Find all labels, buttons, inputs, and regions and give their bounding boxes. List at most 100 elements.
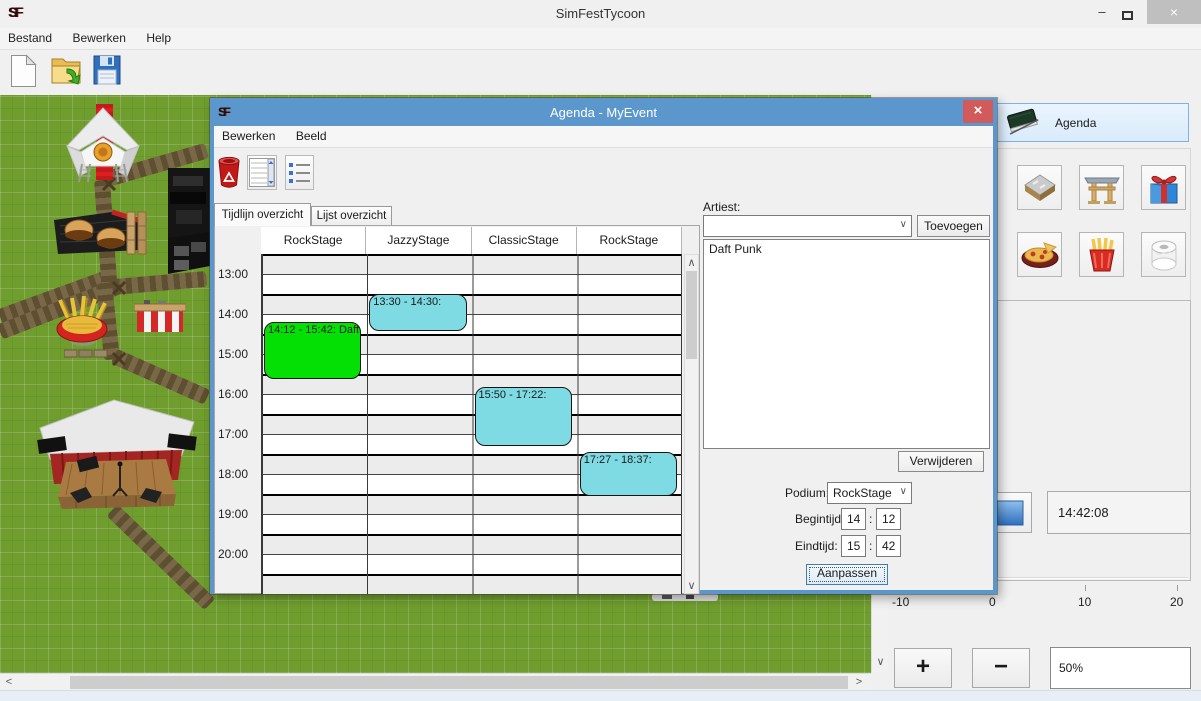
torii-gate-icon[interactable] [1079, 165, 1124, 210]
dialog-close-button[interactable]: × [963, 100, 993, 123]
minimize-button[interactable]: – [1090, 4, 1114, 19]
schedule-scrollbar[interactable]: ∧ ∨ [684, 254, 699, 594]
map-horizontal-scrollbar[interactable]: < > [0, 673, 871, 690]
tab-tijdlijn-overzicht[interactable]: Tijdlijn overzicht [214, 203, 311, 226]
column-header[interactable]: RockStage [261, 227, 366, 254]
trash-icon[interactable] [217, 156, 241, 194]
schedule-grid: RockStage JazzyStage ClassicStage RockSt… [214, 225, 700, 594]
scroll-down-icon[interactable]: ∨ [872, 655, 889, 668]
time-label: 20:00 [218, 547, 260, 561]
schedule-event[interactable]: 15:50 - 17:22: [475, 387, 572, 445]
main-toolbar [0, 50, 1201, 95]
maximize-icon [1122, 11, 1133, 20]
add-artist-button[interactable]: Toevoegen [917, 215, 990, 237]
column-header[interactable]: RockStage [577, 227, 682, 254]
slider-label: -10 [892, 595, 909, 609]
fries-icon[interactable] [1079, 232, 1124, 277]
tab-lijst-overzicht[interactable]: Lijst overzicht [311, 206, 392, 226]
column-header[interactable]: JazzyStage [366, 227, 471, 254]
agenda-dialog: SF Agenda - MyEvent × Bewerken Beeld Tij… [210, 98, 997, 594]
begin-time-label: Begintijd: [795, 512, 844, 526]
end-time-label: Eindtijd: [795, 539, 838, 553]
close-button[interactable]: × [1147, 0, 1201, 24]
dialog-menu-bewerken[interactable]: Bewerken [214, 126, 283, 146]
time-label: 13:00 [218, 267, 260, 281]
begin-minute-input[interactable]: 12 [876, 508, 901, 530]
agenda-button[interactable]: Agenda [994, 103, 1189, 142]
menu-bestand[interactable]: Bestand [0, 28, 60, 48]
maximize-button[interactable] [1122, 8, 1133, 23]
scroll-thumb[interactable] [70, 676, 848, 689]
info-groupbox [997, 300, 1191, 581]
podium-combobox[interactable]: RockStage ∨ [827, 482, 912, 504]
dialog-menubar: Bewerken Beeld [214, 126, 993, 148]
black-stage[interactable] [168, 168, 210, 293]
time-separator: : [869, 539, 872, 553]
scroll-down-icon[interactable]: ∨ [685, 579, 698, 592]
schedule-event[interactable]: 17:27 - 18:37: [580, 452, 677, 496]
schedule-header: RockStage JazzyStage ClassicStage RockSt… [261, 227, 682, 254]
dialog-menu-beeld[interactable]: Beeld [288, 126, 335, 146]
agenda-book-icon [1005, 106, 1041, 139]
pizza-icon[interactable] [1017, 232, 1062, 277]
time-label: 14:00 [218, 307, 260, 321]
clock-display: 14:42:08 [1047, 491, 1191, 534]
dirt-path [106, 504, 215, 610]
tent[interactable] [57, 106, 149, 195]
timeline-view-icon[interactable] [247, 155, 277, 190]
tent-sliver-detail [686, 595, 694, 599]
menu-bewerken[interactable]: Bewerken [65, 28, 134, 48]
end-hour-input[interactable]: 15 [841, 535, 866, 557]
time-label: 19:00 [218, 507, 260, 521]
podium-combobox-value: RockStage [833, 486, 892, 500]
striped-booth[interactable] [134, 300, 186, 341]
window-title: SimFestTycoon [0, 6, 1201, 21]
end-minute-input[interactable]: 42 [876, 535, 901, 557]
slider-tick [1177, 585, 1178, 591]
planks [64, 345, 108, 354]
zoom-in-button[interactable]: + [894, 648, 952, 688]
tent-sliver [652, 593, 718, 601]
scroll-up-icon[interactable]: ∧ [685, 256, 698, 269]
zoom-value-box[interactable]: 50% [1050, 647, 1191, 689]
scroll-thumb[interactable] [686, 271, 697, 359]
chevron-down-icon: ∨ [900, 486, 907, 497]
time-label: 16:00 [218, 387, 260, 401]
menu-help[interactable]: Help [138, 28, 179, 48]
artist-listbox[interactable]: Daft Punk [703, 239, 990, 449]
window-bottom-strip [0, 690, 1201, 701]
scroll-right-icon[interactable]: > [852, 676, 866, 688]
schedule-body[interactable]: 13:30 - 14:30:14:12 - 15:42: Daft Punk 15… [261, 254, 682, 594]
road-tile-icon[interactable] [1017, 165, 1062, 210]
toilet-paper-icon[interactable] [1141, 232, 1186, 277]
podium-label: Podium: [785, 486, 829, 500]
artist-combobox[interactable]: ∨ [703, 215, 912, 237]
agenda-button-label: Agenda [1055, 116, 1096, 130]
bench[interactable] [126, 210, 148, 261]
main-stage[interactable] [36, 398, 198, 518]
blue-square-icon [996, 500, 1024, 526]
slider-tick [1085, 585, 1086, 591]
save-icon[interactable] [92, 54, 122, 91]
apply-button[interactable]: Aanpassen [806, 564, 888, 585]
remove-button[interactable]: Verwijderen [898, 451, 984, 472]
main-window: SF SimFestTycoon – × Bestand Bewerken He… [0, 0, 1201, 701]
open-folder-icon[interactable] [50, 54, 84, 93]
column-header[interactable]: ClassicStage [472, 227, 577, 254]
time-label: 17:00 [218, 427, 260, 441]
new-document-icon[interactable] [10, 54, 37, 93]
list-view-icon[interactable] [285, 155, 314, 190]
dialog-titlebar[interactable]: SF Agenda - MyEvent × [210, 98, 997, 126]
schedule-event[interactable]: 13:30 - 14:30: [369, 294, 466, 331]
zoom-out-button[interactable]: − [972, 648, 1030, 688]
time-separator: : [869, 512, 872, 526]
slider-label: 0 [989, 595, 996, 609]
main-titlebar: SF SimFestTycoon – × [0, 0, 1201, 28]
dialog-title: Agenda - MyEvent [210, 105, 997, 120]
time-gutter: 13:0014:0015:0016:0017:0018:0019:0020:00 [215, 254, 261, 594]
schedule-event[interactable]: 14:12 - 15:42: Daft Punk [264, 322, 361, 379]
gift-icon[interactable] [1141, 165, 1186, 210]
begin-hour-input[interactable]: 14 [841, 508, 866, 530]
scroll-left-icon[interactable]: < [2, 676, 16, 688]
artist-list-item[interactable]: Daft Punk [704, 240, 989, 258]
